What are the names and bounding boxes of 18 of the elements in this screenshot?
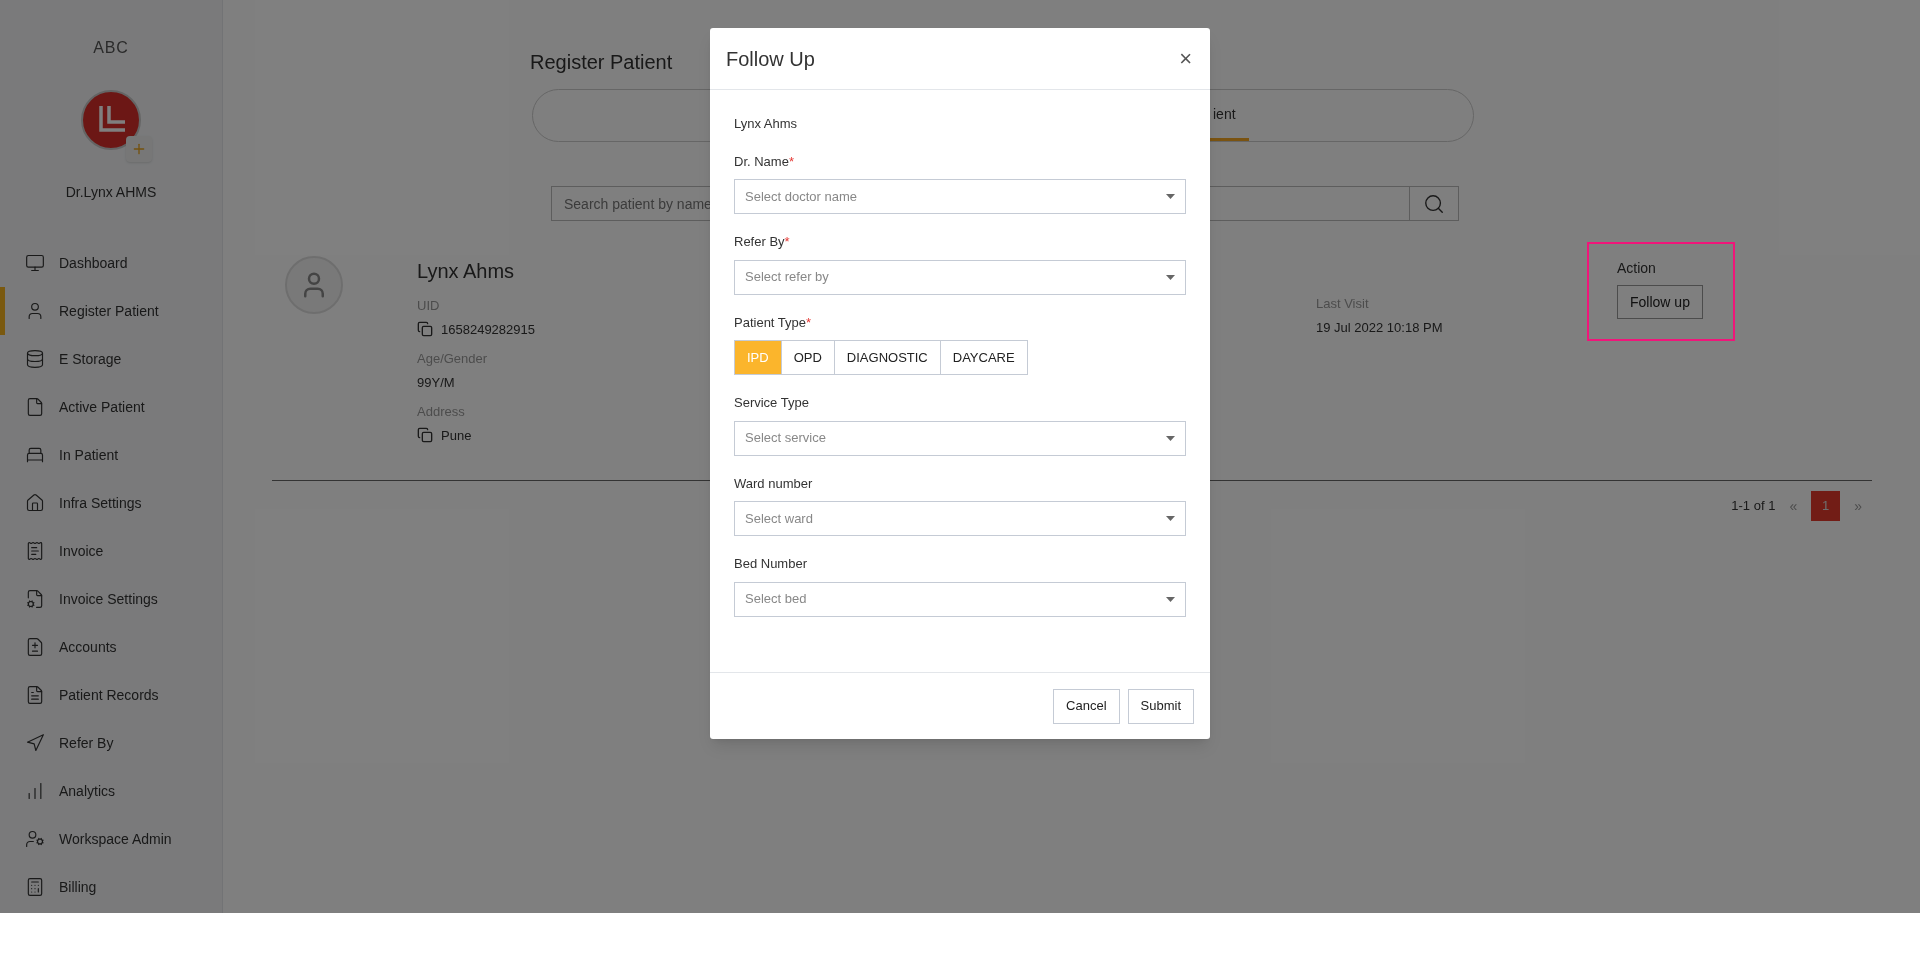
field-label: Dr. Name* [734, 152, 794, 171]
field-label: Refer By* [734, 233, 790, 251]
pagination-range: 1-1 of 1 [1731, 497, 1776, 516]
patient-name: Lynx Ahms [734, 115, 798, 133]
field-label: Bed Number [734, 555, 807, 573]
dialog-title: Follow Up [726, 46, 815, 72]
detail-value: 1658249282915 [441, 320, 535, 339]
field-label: Patient Type* [734, 313, 812, 332]
detail-value: Pune [441, 426, 472, 445]
patient-name: Lynx Ahms [417, 259, 515, 284]
brand-name: ABC [93, 38, 129, 58]
page-title: Register Patient [530, 50, 673, 75]
action-heading: Action [1617, 259, 1656, 278]
profile-name: Dr.Lynx AHMS [65, 183, 157, 202]
detail-value: 99Y/M [417, 373, 455, 392]
field-label: Service Type [734, 394, 809, 412]
detail-value: 19 Jul 2022 10:18 PM [1316, 318, 1443, 337]
field-label: Ward number [734, 474, 813, 493]
